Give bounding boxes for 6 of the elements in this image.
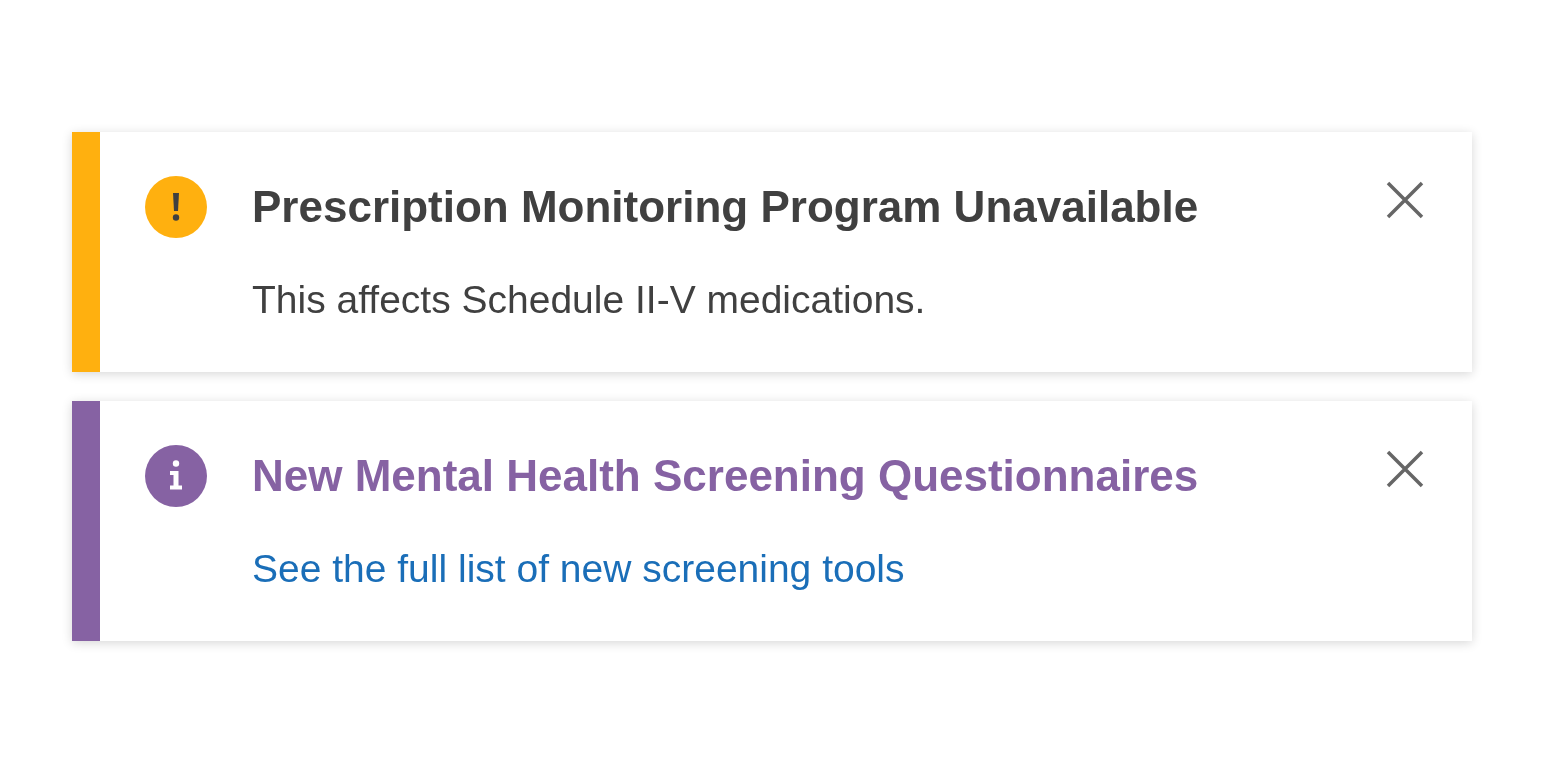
- alert-title: New Mental Health Screening Questionnaires: [252, 450, 1200, 502]
- alert-message: This affects Schedule II-V medications.: [252, 277, 927, 323]
- close-icon: [1386, 450, 1424, 488]
- alert-title: Prescription Monitoring Program Unavailable: [252, 181, 1200, 233]
- close-icon: [1386, 181, 1424, 219]
- alert-link[interactable]: See the full list of new screening tools: [252, 545, 905, 593]
